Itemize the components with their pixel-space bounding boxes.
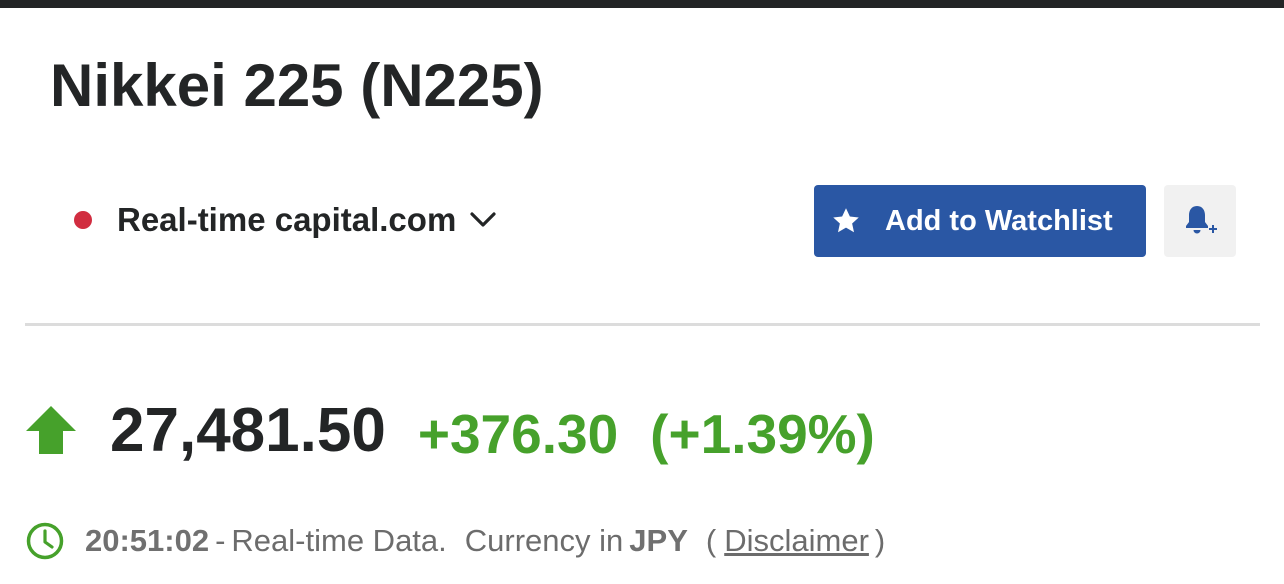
add-to-watchlist-label: Add to Watchlist	[885, 204, 1113, 237]
top-bar	[0, 0, 1284, 8]
currency-label: Currency in	[464, 523, 624, 558]
add-to-watchlist-button[interactable]: Add to Watchlist	[814, 185, 1146, 257]
chevron-down-icon[interactable]	[470, 212, 496, 228]
close-paren: )	[874, 523, 886, 558]
clock-icon	[25, 521, 65, 561]
disclaimer-link[interactable]: Disclaimer	[724, 523, 869, 559]
price-change: +376.30	[417, 403, 619, 465]
last-price: 27,481.50	[110, 395, 386, 465]
arrow-up-icon	[25, 404, 77, 456]
create-alert-button[interactable]	[1164, 185, 1236, 257]
open-paren: (	[705, 523, 717, 558]
section-divider	[25, 323, 1260, 326]
currency-code: JPY	[629, 523, 688, 558]
realtime-status-dot	[74, 211, 92, 229]
quote-summary: 27,481.50 +376.30 (+1.39%)	[25, 392, 875, 468]
bell-plus-icon	[1182, 203, 1218, 239]
quote-meta: 20:51:02 - Real-time Data. Currency in J…	[25, 516, 885, 566]
star-icon	[831, 206, 861, 236]
quote-time: 20:51:02	[85, 523, 210, 558]
price-change-percent: (+1.39%)	[650, 403, 875, 465]
page-title: Nikkei 225 (N225)	[50, 52, 544, 119]
data-source-label: Real-time capital.com	[117, 201, 457, 238]
meta-separator: -	[215, 523, 226, 558]
data-type-label: Real-time Data.	[231, 523, 447, 558]
data-source-selector[interactable]: Real-time capital.com	[74, 196, 496, 244]
